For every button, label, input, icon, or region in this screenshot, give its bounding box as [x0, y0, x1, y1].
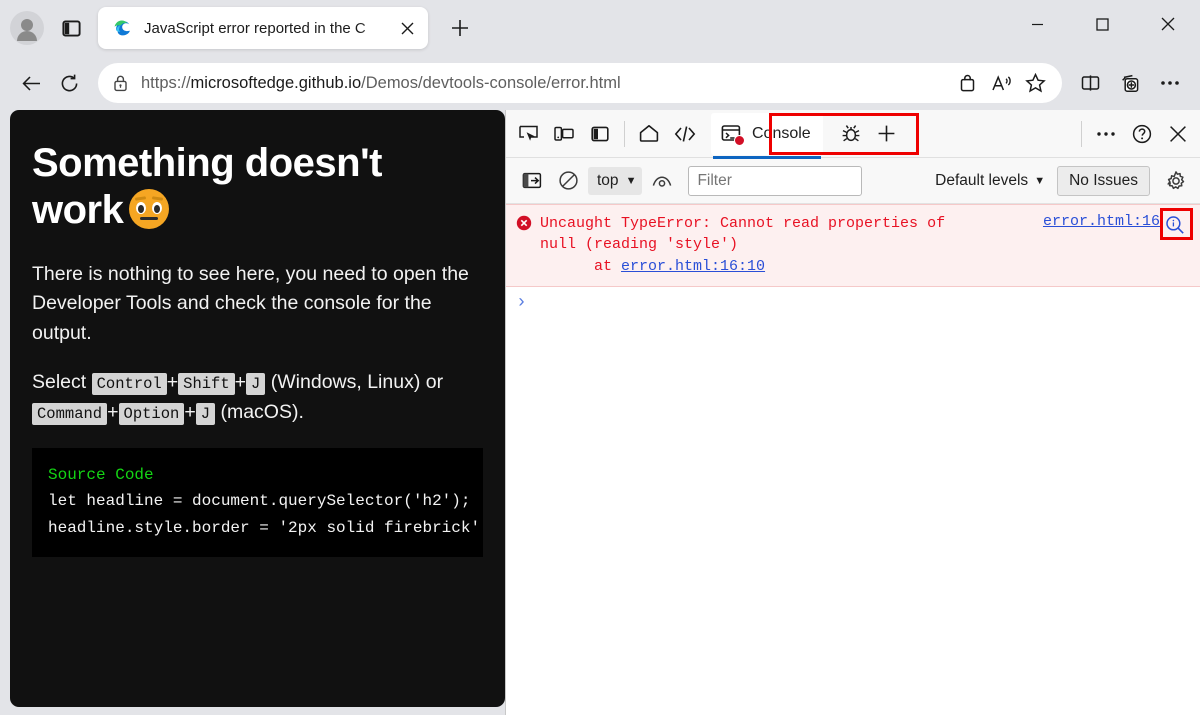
context-selector[interactable]: top ▼ — [588, 166, 643, 195]
window-controls — [1005, 0, 1200, 48]
toolbar-divider — [624, 120, 625, 147]
error-stack-link[interactable]: error.html:16:10 — [621, 258, 765, 275]
key-control: Control — [91, 373, 167, 396]
key-shift: Shift — [178, 373, 235, 396]
source-code-block: Source Code let headline = document.quer… — [32, 447, 483, 557]
dock-side-icon[interactable] — [582, 116, 618, 152]
url-scheme: https:// — [141, 73, 191, 92]
url-text: https://microsoftedge.github.io/Demos/de… — [141, 74, 950, 93]
key-option: Option — [118, 403, 185, 426]
error-message-line-2: null (reading 'style') — [540, 236, 739, 254]
platform-macos: (macOS). — [220, 401, 304, 424]
close-devtools-icon[interactable] — [1160, 116, 1196, 152]
log-levels-selector[interactable]: Default levels ▼ — [929, 167, 1051, 195]
console-error-icon — [721, 124, 745, 146]
gear-icon[interactable] — [1158, 163, 1194, 199]
clear-console-icon[interactable] — [550, 163, 586, 199]
lock-icon — [112, 74, 129, 92]
context-selector-label: top — [597, 171, 619, 189]
split-screen-icon[interactable] — [1070, 63, 1110, 103]
tab-actions-icon[interactable] — [54, 11, 88, 45]
device-emulation-icon[interactable] — [546, 116, 582, 152]
console-error-row[interactable]: Uncaught TypeError: Cannot read properti… — [506, 204, 1200, 287]
error-source-link[interactable]: error.html:16 — [1043, 213, 1160, 230]
devtools-tabbar: Console — [506, 110, 1200, 159]
url-host: microsoftedge.github.io — [190, 73, 362, 92]
log-levels-label: Default levels — [935, 171, 1029, 189]
error-message-line-1: Uncaught TypeError: Cannot read properti… — [540, 215, 946, 232]
page-title: Something doesn't work — [32, 140, 483, 234]
plus-1: + — [166, 371, 179, 394]
web-page-pane: Something doesn't work There is nothing … — [0, 110, 505, 715]
tab-console-label: Console — [752, 124, 811, 142]
tab-title: JavaScript error reported in the C — [144, 19, 366, 37]
console-error-text: Uncaught TypeError: Cannot read properti… — [540, 213, 1035, 277]
plus-icon[interactable] — [869, 116, 905, 152]
console-output: Uncaught TypeError: Cannot read properti… — [506, 204, 1200, 715]
shortcut-paragraph: Select Control + Shift + J (Windows, Linux) … — [32, 368, 483, 427]
elements-code-icon[interactable] — [667, 116, 703, 152]
url-path: /Demos/devtools-console/error.html — [361, 73, 621, 92]
minimize-button[interactable] — [1005, 0, 1070, 48]
filter-input[interactable] — [688, 165, 863, 196]
page-paragraph: There is nothing to see here, you need t… — [32, 262, 469, 344]
more-options-icon[interactable] — [1088, 116, 1124, 152]
prompt-caret-icon: › — [516, 292, 527, 313]
page-title-text: Something doesn't work — [32, 141, 382, 232]
web-page-content: Something doesn't work There is nothing … — [10, 110, 505, 707]
source-code-line-2: headline.style.border = '2px solid fireb… — [48, 518, 481, 537]
plus-3: + — [107, 401, 119, 424]
key-j-win: J — [246, 373, 266, 396]
new-tab-button[interactable] — [440, 8, 480, 48]
platform-windows: (Windows, Linux) or — [270, 371, 444, 394]
plus-2: + — [234, 371, 247, 394]
help-icon[interactable] — [1124, 116, 1160, 152]
address-bar[interactable]: https://microsoftedge.github.io/Demos/de… — [98, 63, 1062, 103]
back-arrow-icon[interactable] — [12, 64, 50, 102]
source-code-line-1: let headline = document.querySelector('h… — [48, 492, 471, 511]
navigation-bar: https://microsoftedge.github.io/Demos/de… — [0, 56, 1200, 110]
collections-icon[interactable] — [1110, 63, 1150, 103]
tab-strip: JavaScript error reported in the C — [0, 0, 1200, 56]
key-j-mac: J — [195, 403, 216, 426]
eye-icon[interactable] — [644, 163, 680, 199]
chevron-down-icon: ▼ — [625, 174, 637, 187]
refresh-icon[interactable] — [50, 64, 88, 102]
devtools-panel: Console top ▼ Filter Default levels ▼ No… — [505, 110, 1200, 715]
read-aloud-icon[interactable] — [984, 66, 1018, 100]
console-toolbar: top ▼ Default levels ▼ No Issues — [506, 158, 1200, 204]
console-prompt[interactable]: › — [506, 287, 1200, 319]
close-icon[interactable] — [394, 15, 420, 41]
error-stack-prefix: at — [594, 257, 622, 275]
console-sidebar-icon[interactable] — [514, 163, 550, 199]
close-window-button[interactable] — [1135, 0, 1200, 48]
error-circle-icon — [516, 215, 532, 231]
browser-window: JavaScript error reported in the C https… — [0, 0, 1200, 715]
tab-console[interactable]: Console — [711, 112, 823, 159]
browser-tab[interactable]: JavaScript error reported in the C — [98, 7, 428, 49]
toolbar-divider-right — [1081, 120, 1082, 147]
bug-icon[interactable] — [833, 116, 869, 152]
home-icon[interactable] — [631, 116, 667, 152]
plus-4: + — [184, 401, 196, 424]
profile-avatar-icon[interactable] — [10, 11, 44, 45]
inspect-element-icon[interactable] — [510, 116, 546, 152]
content-area: Something doesn't work There is nothing … — [0, 110, 1200, 715]
issues-button[interactable]: No Issues — [1057, 165, 1150, 196]
chevron-down-icon: ▼ — [1034, 174, 1046, 187]
face-with-raised-eyebrow-emoji — [129, 188, 170, 229]
edge-logo-icon — [112, 18, 132, 38]
shortcut-prefix: Select — [32, 371, 87, 394]
devtools-tabbar-right — [1075, 116, 1196, 152]
key-command: Command — [32, 403, 108, 426]
source-code-title: Source Code — [48, 465, 154, 484]
maximize-button[interactable] — [1070, 0, 1135, 48]
star-icon[interactable] — [1018, 66, 1052, 100]
shopping-bag-icon[interactable] — [950, 66, 984, 100]
explain-error-button[interactable] — [1160, 208, 1194, 240]
more-options-icon[interactable] — [1150, 63, 1190, 103]
